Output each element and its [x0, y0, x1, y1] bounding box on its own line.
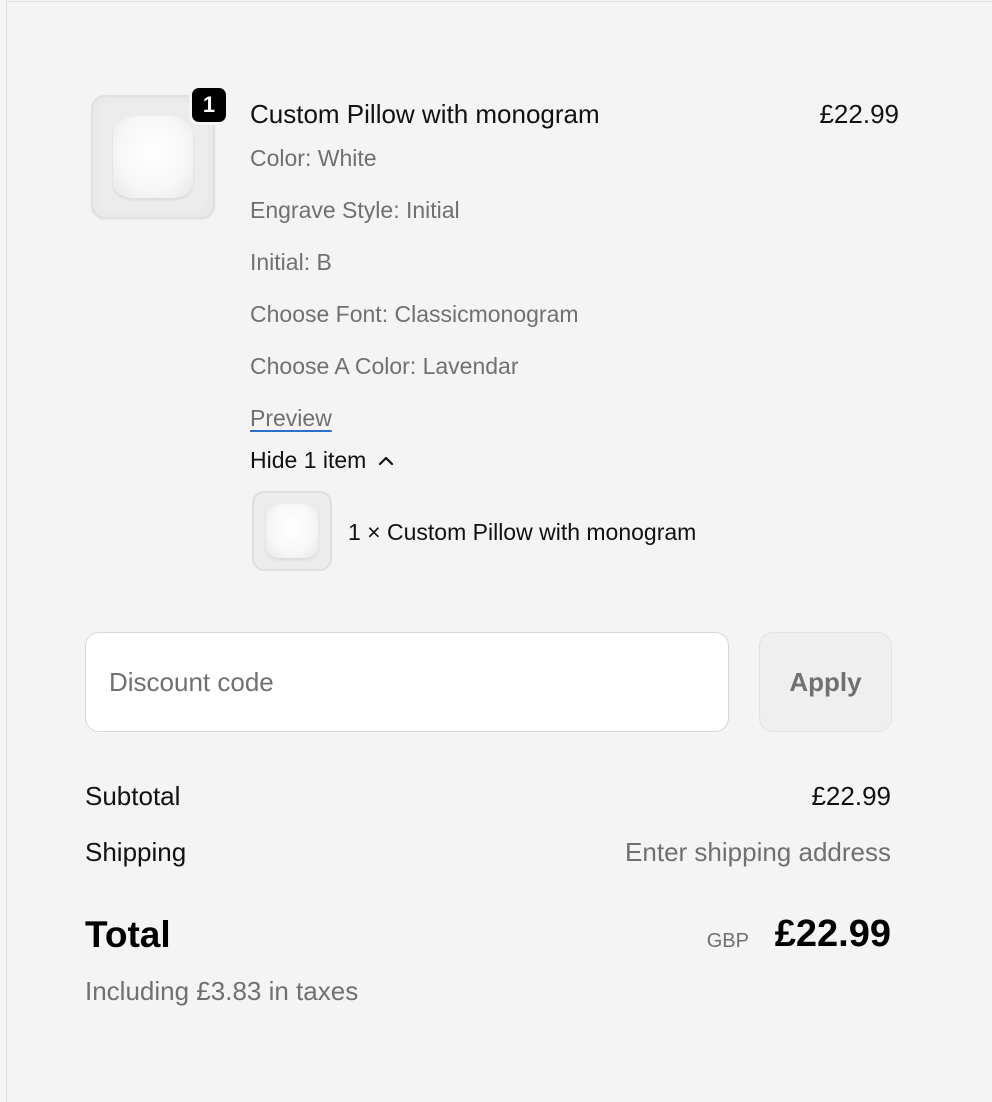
discount-code-input[interactable]: [85, 632, 729, 732]
subtotal-value: £22.99: [811, 781, 891, 811]
shipping-label: Shipping: [85, 837, 187, 867]
total-label: Total: [85, 914, 171, 955]
hide-items-toggle[interactable]: Hide 1 item: [250, 447, 394, 474]
total-value: £22.99: [774, 913, 891, 955]
preview-link[interactable]: Preview: [250, 405, 332, 432]
option-thread-color: Choose A Color: Lavendar: [250, 353, 519, 379]
hide-items-label: Hide 1 item: [250, 447, 367, 473]
product-title: Custom Pillow with monogram: [250, 99, 600, 129]
quantity-badge: 1: [189, 85, 229, 125]
product-price: £22.99: [819, 99, 899, 129]
currency-code: GBP: [706, 930, 749, 952]
tax-note: Including £3.83 in taxes: [85, 976, 359, 1006]
option-initial: Initial: B: [250, 249, 332, 275]
sub-item-thumbnail: [252, 491, 332, 571]
pillow-image: [113, 116, 193, 198]
subtotal-label: Subtotal: [85, 781, 181, 811]
option-font: Choose Font: Classicmonogram: [250, 301, 579, 327]
sub-item-label: 1 × Custom Pillow with monogram: [348, 519, 697, 545]
shipping-value: Enter shipping address: [625, 837, 891, 867]
chevron-up-icon: [379, 456, 394, 465]
option-color: Color: White: [250, 145, 377, 171]
order-summary-panel: 1 Custom Pillow with monogram £22.99 Col…: [6, 1, 992, 1102]
apply-discount-button[interactable]: Apply: [759, 632, 892, 732]
option-engrave-style: Engrave Style: Initial: [250, 197, 460, 223]
pillow-image: [266, 504, 318, 558]
